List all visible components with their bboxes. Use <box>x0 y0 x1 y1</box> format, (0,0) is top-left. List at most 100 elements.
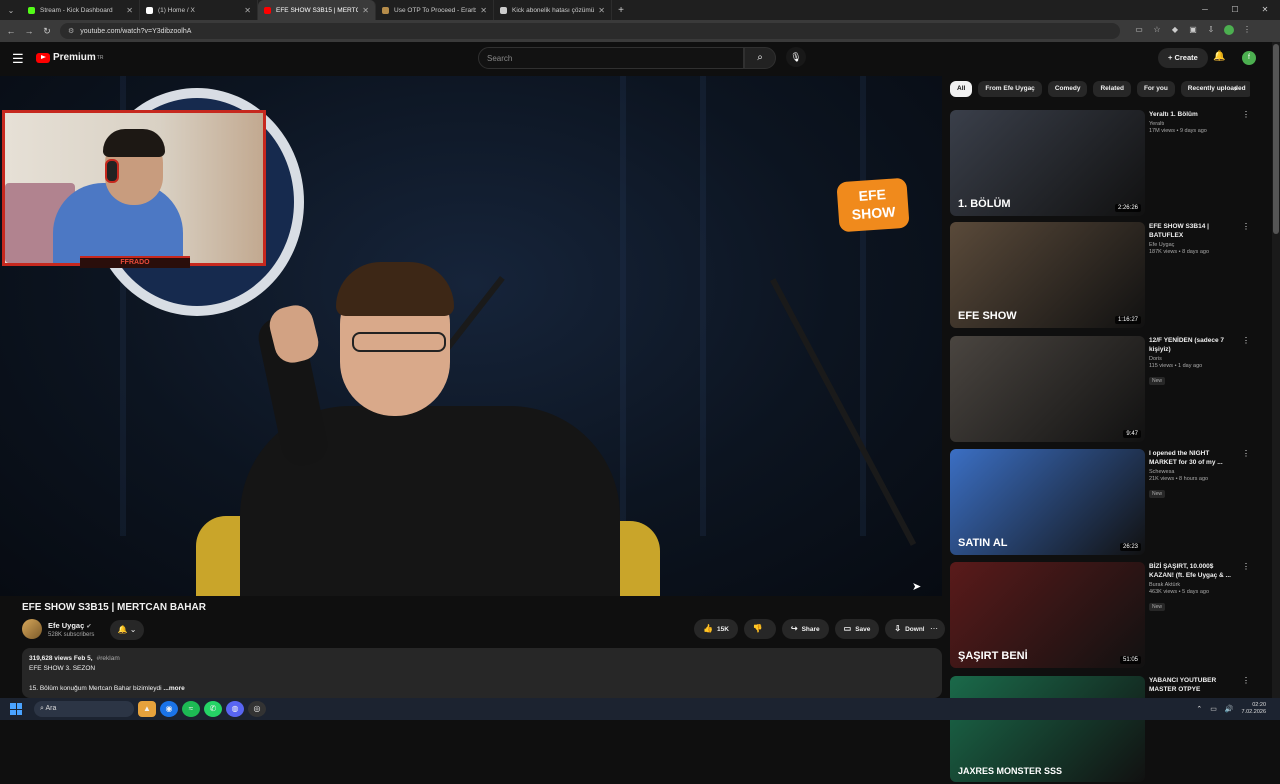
recommendation-title[interactable]: 12/F YENİDEN (sadece 7 kişiyiz) <box>1149 336 1233 354</box>
subscribed-bell-button[interactable]: 🔔 ⌄ <box>110 620 144 640</box>
browser-tab[interactable]: Use OTP To Proceed - Erarbe... ✕ <box>376 0 494 20</box>
windows-start-icon[interactable] <box>10 703 22 715</box>
video-thumbnail[interactable]: EFE SHOW 1:16:27 <box>950 222 1145 328</box>
tab-close-icon[interactable]: ✕ <box>244 6 251 15</box>
chevron-right-icon[interactable]: › <box>1234 83 1237 93</box>
recommendation-item[interactable]: EFE SHOW 1:16:27 EFE SHOW S3B14 | BATUFL… <box>950 222 1250 330</box>
downloads-icon[interactable]: ⇩ <box>1202 25 1220 37</box>
reload-icon[interactable]: ↻ <box>40 26 54 37</box>
video-thumbnail[interactable]: 1. BÖLÜM 2:26:26 <box>950 110 1145 216</box>
hashtag[interactable]: #reklam <box>97 655 120 662</box>
video-thumbnail[interactable]: 9:47 <box>950 336 1145 442</box>
taskbar-app-icon[interactable]: ▲ <box>138 701 156 717</box>
search-button[interactable]: ⌕ <box>744 47 776 69</box>
recommendation-menu-icon[interactable]: ⋮ <box>1242 449 1250 458</box>
recommendation-item[interactable]: ŞAŞIRT BENİ 51:05 BİZİ ŞAŞIRT, 10.000$ K… <box>950 562 1250 670</box>
obs-icon[interactable]: ◎ <box>248 701 266 717</box>
network-icon[interactable]: ▭ <box>1210 705 1217 713</box>
recommendation-title[interactable]: BİZİ ŞAŞIRT, 10.000$ KAZAN! (ft. Efe Uyg… <box>1149 562 1233 580</box>
new-badge: New <box>1149 490 1166 498</box>
extension-icon[interactable]: ◆ <box>1166 25 1184 37</box>
recommendation-menu-icon[interactable]: ⋮ <box>1242 336 1250 345</box>
dislike-button[interactable]: 👎 <box>743 619 776 639</box>
description-box[interactable]: 319,628 views Feb 5, #reklam EFE SHOW 3. … <box>22 648 942 698</box>
show-more-link[interactable]: ...more <box>163 685 184 692</box>
recommendation-title[interactable]: I opened the NIGHT MARKET for 30 of my .… <box>1149 449 1233 467</box>
recommendation-channel[interactable]: Efe Uygaç <box>1149 242 1233 248</box>
filter-chip[interactable]: Recently uploaded <box>1180 81 1250 97</box>
filter-chip[interactable]: All <box>950 81 973 97</box>
tab-close-icon[interactable]: ✕ <box>362 6 369 15</box>
recommendation-menu-icon[interactable]: ⋮ <box>1242 110 1250 119</box>
new-tab-button[interactable]: + <box>612 5 630 16</box>
browser-tab[interactable]: Kick abonelik hatası çözümü ✕ <box>494 0 612 20</box>
youtube-premium-logo[interactable]: Premium TR <box>36 52 103 63</box>
recommendation-title[interactable]: YABANCI YOUTUBER MASTER OTPYE GEREKEN... <box>1149 676 1233 694</box>
video-thumbnail[interactable]: ŞAŞIRT BENİ 51:05 <box>950 562 1145 668</box>
tab-close-icon[interactable]: ✕ <box>598 6 605 15</box>
account-avatar[interactable]: f <box>1242 51 1256 65</box>
back-icon[interactable]: ← <box>4 26 18 36</box>
video-thumbnail[interactable]: SATIN AL 26:23 <box>950 449 1145 555</box>
windows-taskbar: ⌕ Ara ▲ ◉ ≈ ✆ ◍ ◎ ⌃ ▭ 🔊 02:20 7.02.2026 <box>0 698 1280 720</box>
recommendation-menu-icon[interactable]: ⋮ <box>1242 676 1250 685</box>
video-thumbnail[interactable]: JAXRES MONSTER SSS <box>950 676 1145 782</box>
extensions-puzzle-icon[interactable]: ▣ <box>1184 25 1202 37</box>
browser-tab[interactable]: Stream - Kick Dashboard ✕ <box>22 0 140 20</box>
tab-close-icon[interactable]: ✕ <box>126 6 133 15</box>
tab-search-icon[interactable]: ⌄ <box>0 0 22 20</box>
recommendation-menu-icon[interactable]: ⋮ <box>1242 222 1250 231</box>
filter-chip[interactable]: Comedy <box>1047 81 1088 97</box>
recommendation-item[interactable]: SATIN AL 26:23 I opened the NIGHT MARKET… <box>950 449 1250 557</box>
tray-chevron-icon[interactable]: ⌃ <box>1196 705 1202 713</box>
recommendation-channel[interactable]: Doris <box>1149 356 1233 362</box>
forward-icon[interactable]: → <box>22 26 36 36</box>
maximize-icon[interactable]: ☐ <box>1220 0 1250 20</box>
recommendation-item[interactable]: 1. BÖLÜM 2:26:26 Yeraltı 1. Bölüm Yeralt… <box>950 110 1250 218</box>
discord-icon[interactable]: ◍ <box>226 701 244 717</box>
thumbnail-caption: EFE SHOW <box>958 310 1017 322</box>
filter-chip[interactable]: For you <box>1136 81 1175 97</box>
scrollbar-thumb[interactable] <box>1273 44 1279 234</box>
cast-icon[interactable]: ▭ <box>1130 25 1148 37</box>
profile-icon[interactable] <box>1220 25 1238 37</box>
bookmark-star-icon[interactable]: ☆ <box>1148 25 1166 37</box>
like-button[interactable]: 👍 15K <box>694 619 738 639</box>
browser-tab[interactable]: EFE SHOW S3B15 | MERTC... ✕ <box>258 0 376 20</box>
browser-tabstrip: ⌄ Stream - Kick Dashboard ✕ (1) Home / X… <box>0 0 1280 20</box>
recommendation-channel[interactable]: Schewesa <box>1149 469 1233 475</box>
voice-search-icon[interactable]: 🎙 <box>786 47 806 67</box>
chrome-icon[interactable]: ◉ <box>160 701 178 717</box>
channel-name[interactable]: Efe Uygaç ✔ <box>48 621 91 630</box>
filter-chip[interactable]: From Efe Uygaç <box>978 81 1042 97</box>
recommendation-title[interactable]: EFE SHOW S3B14 | BATUFLEX <box>1149 222 1233 240</box>
minimize-icon[interactable]: ─ <box>1190 0 1220 20</box>
search-input[interactable]: Search <box>478 47 744 69</box>
taskbar-search-input[interactable]: ⌕ Ara <box>34 701 134 717</box>
hamburger-menu-icon[interactable]: ☰ <box>12 51 24 67</box>
create-button[interactable]: + Create <box>1158 48 1208 68</box>
save-button[interactable]: ▭ Save <box>834 619 880 639</box>
recommendation-item[interactable]: 9:47 12/F YENİDEN (sadece 7 kişiyiz) Dor… <box>950 336 1250 444</box>
spotify-icon[interactable]: ≈ <box>182 701 200 717</box>
whatsapp-icon[interactable]: ✆ <box>204 701 222 717</box>
recommendation-item[interactable]: JAXRES MONSTER SSS YABANCI YOUTUBER MAST… <box>950 676 1250 784</box>
more-actions-icon[interactable]: ⋯ <box>924 619 944 639</box>
site-info-icon[interactable]: ⚙ <box>68 27 74 35</box>
recommendation-menu-icon[interactable]: ⋮ <box>1242 562 1250 571</box>
recommendation-channel[interactable]: Yeraltı <box>1149 121 1233 127</box>
recommendation-channel[interactable]: Burak Aktürk <box>1149 582 1233 588</box>
volume-icon[interactable]: 🔊 <box>1225 705 1234 713</box>
channel-avatar[interactable] <box>22 619 42 639</box>
clock[interactable]: 02:20 7.02.2026 <box>1242 702 1266 716</box>
tab-close-icon[interactable]: ✕ <box>480 6 487 15</box>
browser-menu-icon[interactable]: ⋮ <box>1238 25 1256 37</box>
notifications-bell-icon[interactable]: 🔔 <box>1213 51 1225 62</box>
share-button[interactable]: ↪ Share <box>781 619 829 639</box>
page-scrollbar[interactable] <box>1272 42 1280 698</box>
browser-tab[interactable]: (1) Home / X ✕ <box>140 0 258 20</box>
recommendation-title[interactable]: Yeraltı 1. Bölüm <box>1149 110 1233 119</box>
filter-chip[interactable]: Related <box>1093 81 1131 97</box>
close-window-icon[interactable]: ✕ <box>1250 0 1280 20</box>
address-bar[interactable]: ⚙ youtube.com/watch?v=Y3dibzoolhA <box>60 23 1120 39</box>
